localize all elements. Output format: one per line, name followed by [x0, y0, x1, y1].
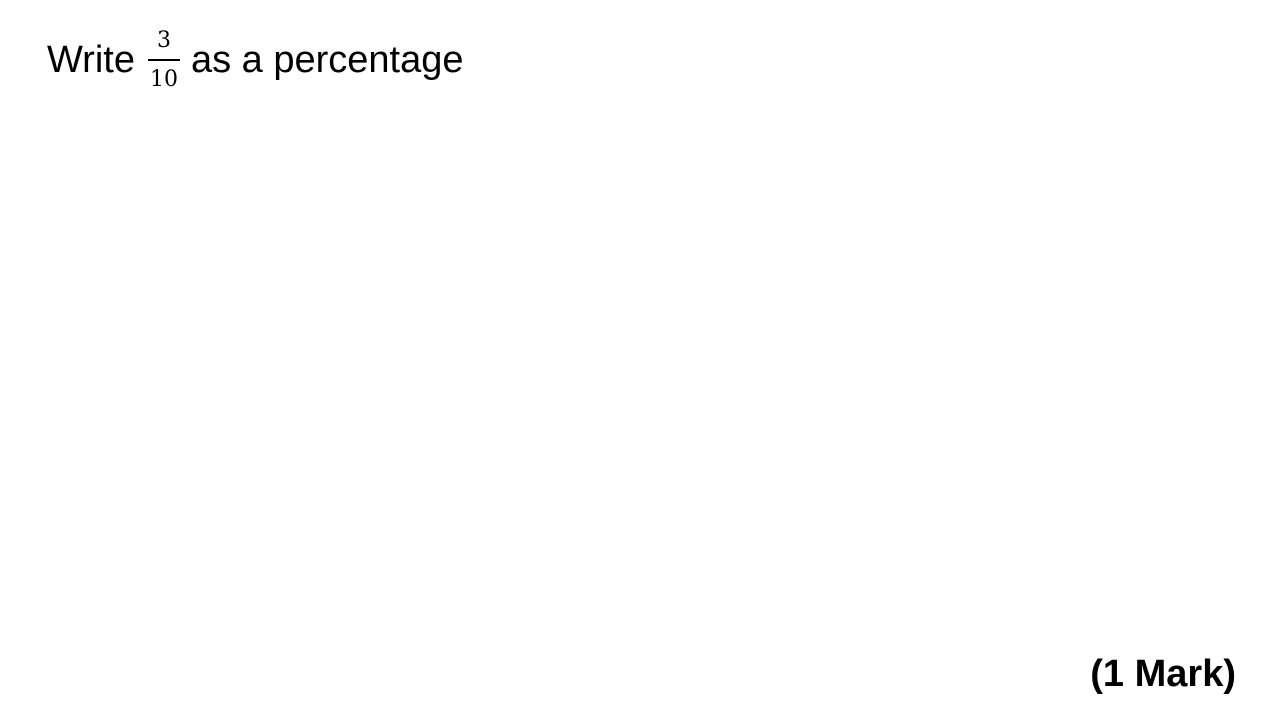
- question-prefix: Write: [47, 39, 135, 81]
- marks-label: (1 Mark): [1090, 653, 1236, 695]
- fraction-denominator: 10: [149, 66, 178, 92]
- fraction: 3 10: [147, 27, 181, 92]
- question-text: Write 3 10 as a percentage: [47, 26, 464, 94]
- fraction-numerator: 3: [156, 27, 171, 53]
- question-suffix: as a percentage: [190, 39, 464, 81]
